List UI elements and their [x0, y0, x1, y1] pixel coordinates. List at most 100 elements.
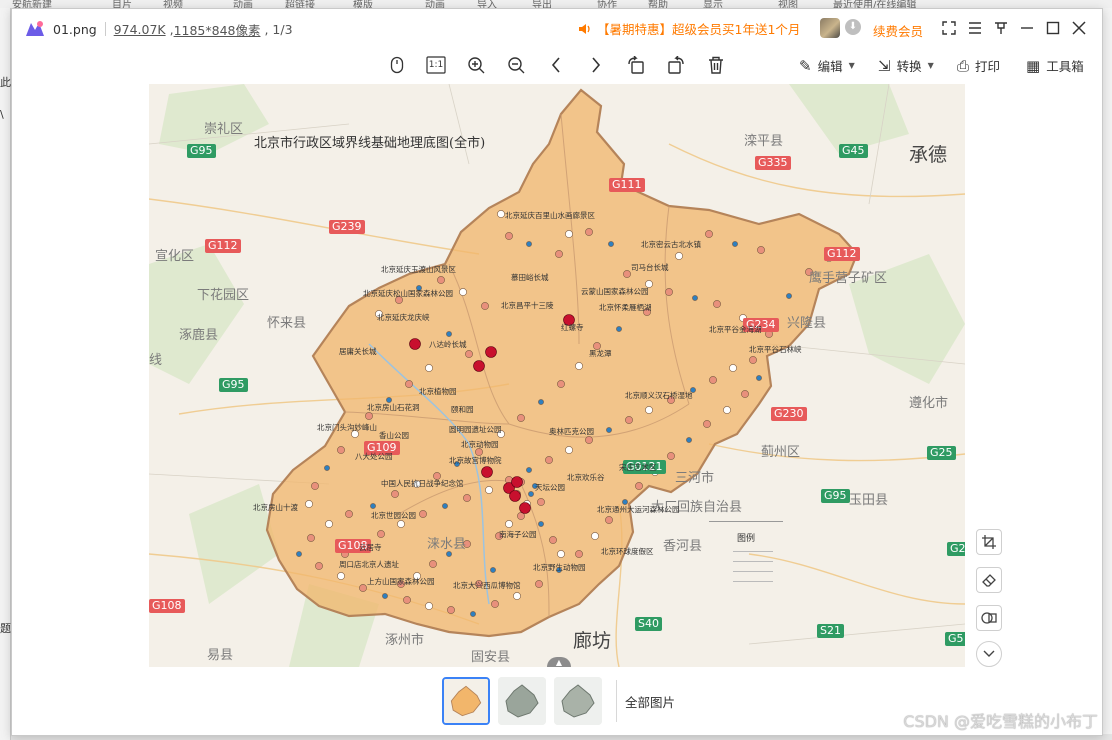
- maximize-icon[interactable]: [1043, 18, 1063, 38]
- collapse-thumbnails-button[interactable]: ▲: [547, 657, 571, 667]
- scenic-marker: [526, 467, 532, 473]
- highway-shield: G95: [821, 489, 850, 503]
- scenic-marker: [485, 486, 493, 494]
- background-menu-text: 目片: [112, 0, 132, 8]
- scenic-label: 中国人民抗日战争纪念馆: [381, 479, 464, 488]
- avatar[interactable]: [820, 18, 840, 38]
- caret-down-icon: ▼: [927, 61, 934, 70]
- scenic-marker: [729, 364, 737, 372]
- vip-badge-icon: ⬇: [845, 19, 861, 35]
- crop-icon[interactable]: [976, 529, 1002, 555]
- scenic-marker: [442, 503, 448, 509]
- chevron-down-icon[interactable]: [976, 641, 1002, 667]
- map-place-label: 怀来县: [267, 316, 307, 331]
- rotate-right-icon[interactable]: [665, 54, 687, 76]
- map-place-label: 滦平县: [744, 134, 784, 149]
- highway-shield: G111: [609, 178, 645, 192]
- renew-vip-link[interactable]: 续费会员: [873, 21, 923, 40]
- watermark: CSDN @爱吃雪糕的小布丁: [903, 712, 1098, 731]
- scenic-marker: [732, 241, 738, 247]
- actual-size-button[interactable]: 1:1: [425, 54, 447, 76]
- scenic-marker: [419, 510, 427, 518]
- scenic-marker: [692, 295, 698, 301]
- background-menu-text: 视频: [163, 0, 183, 8]
- scenic-label: 黑龙潭: [589, 349, 612, 358]
- scenic-marker-major: [409, 338, 421, 350]
- toolbox-button[interactable]: ▦ 工具箱: [1026, 56, 1084, 75]
- image-canvas[interactable]: 北京市行政区域界线基础地理底图(全市) 崇礼区 滦平县 承德 宣化区 下花园区 …: [149, 84, 965, 667]
- scenic-label: 八达岭长城: [429, 340, 467, 349]
- scenic-marker: [446, 331, 452, 337]
- scenic-marker: [296, 551, 302, 557]
- image-dimensions[interactable]: 1185*848像素: [174, 20, 261, 39]
- scenic-label: 南海子公园: [499, 530, 537, 539]
- shape-icon[interactable]: [976, 605, 1002, 631]
- scenic-label: 奥林匹克公园: [549, 427, 594, 436]
- highway-shield: G25: [927, 446, 956, 460]
- scenic-marker-major: [485, 346, 497, 358]
- all-images-link[interactable]: 全部图片: [625, 692, 675, 711]
- pin-icon[interactable]: [991, 18, 1011, 38]
- eraser-icon[interactable]: [976, 567, 1002, 593]
- scenic-marker: [311, 482, 319, 490]
- delete-icon[interactable]: [705, 54, 727, 76]
- highway-shield: G239: [329, 220, 365, 234]
- thumbnail-3[interactable]: [554, 677, 602, 725]
- scenic-marker: [470, 611, 476, 617]
- minimize-icon[interactable]: [1017, 18, 1037, 38]
- scenic-marker: [757, 246, 765, 254]
- rotate-left-icon[interactable]: [625, 54, 647, 76]
- scenic-marker: [709, 376, 717, 384]
- scenic-marker: [545, 456, 553, 464]
- next-icon[interactable]: [585, 54, 607, 76]
- scenic-marker: [391, 490, 399, 498]
- legend-divider: [709, 521, 783, 522]
- edit-button[interactable]: ✎ 编辑 ▼: [799, 56, 855, 75]
- promo-banner[interactable]: 【暑期特惠】超级会员买1年送1个月: [578, 19, 800, 38]
- scenic-marker: [377, 530, 385, 538]
- scenic-marker: [713, 300, 721, 308]
- highway-shield: G5: [945, 632, 965, 646]
- background-left-text: 此: [0, 76, 11, 89]
- scenic-marker: [557, 380, 565, 388]
- map-place-label: 涞水县: [427, 537, 467, 552]
- mouse-icon[interactable]: [386, 54, 408, 76]
- scenic-marker: [513, 592, 521, 600]
- scenic-marker: [505, 520, 513, 528]
- scenic-marker-major: [519, 502, 531, 514]
- file-name: 01.png: [53, 21, 97, 37]
- scenic-label: 云蒙山国家森林公园: [581, 287, 649, 296]
- scenic-marker: [370, 503, 376, 509]
- scenic-marker: [575, 550, 583, 558]
- highway-shield: G45: [839, 144, 868, 158]
- scenic-label: 北京延庆玉渡山风景区: [381, 265, 456, 274]
- scenic-marker-major: [509, 490, 521, 502]
- fullscreen-icon[interactable]: [939, 18, 959, 38]
- scenic-marker: [305, 500, 313, 508]
- close-icon[interactable]: [1069, 18, 1089, 38]
- scenic-marker: [557, 550, 565, 558]
- prev-icon[interactable]: [545, 54, 567, 76]
- scenic-marker: [606, 427, 612, 433]
- highway-shield: G335: [755, 156, 791, 170]
- convert-button[interactable]: ⇲ 转换 ▼: [878, 56, 934, 75]
- map-place-label: 线: [149, 353, 163, 368]
- thumbnail-2[interactable]: [498, 677, 546, 725]
- page-index: 1/3: [272, 21, 293, 37]
- scenic-marker: [535, 580, 543, 588]
- scenic-label: 北京大兴西瓜博物馆: [453, 581, 521, 590]
- scenic-label: 居庸关长城: [339, 347, 377, 356]
- caret-down-icon: ▼: [848, 61, 855, 70]
- map-place-label: 下花园区: [197, 288, 250, 303]
- map-place-label: 兴隆县: [787, 316, 827, 331]
- legend-row: [733, 581, 773, 582]
- zoom-in-icon[interactable]: [465, 54, 487, 76]
- scenic-marker: [608, 241, 614, 247]
- print-button[interactable]: ⎙ 打印: [957, 56, 1000, 75]
- menu-icon[interactable]: [965, 18, 985, 38]
- actual-size-icon: 1:1: [428, 60, 444, 70]
- scenic-marker: [497, 210, 505, 218]
- zoom-out-icon[interactable]: [505, 54, 527, 76]
- file-size[interactable]: 974.07K: [114, 22, 166, 37]
- thumbnail-1[interactable]: [442, 677, 490, 725]
